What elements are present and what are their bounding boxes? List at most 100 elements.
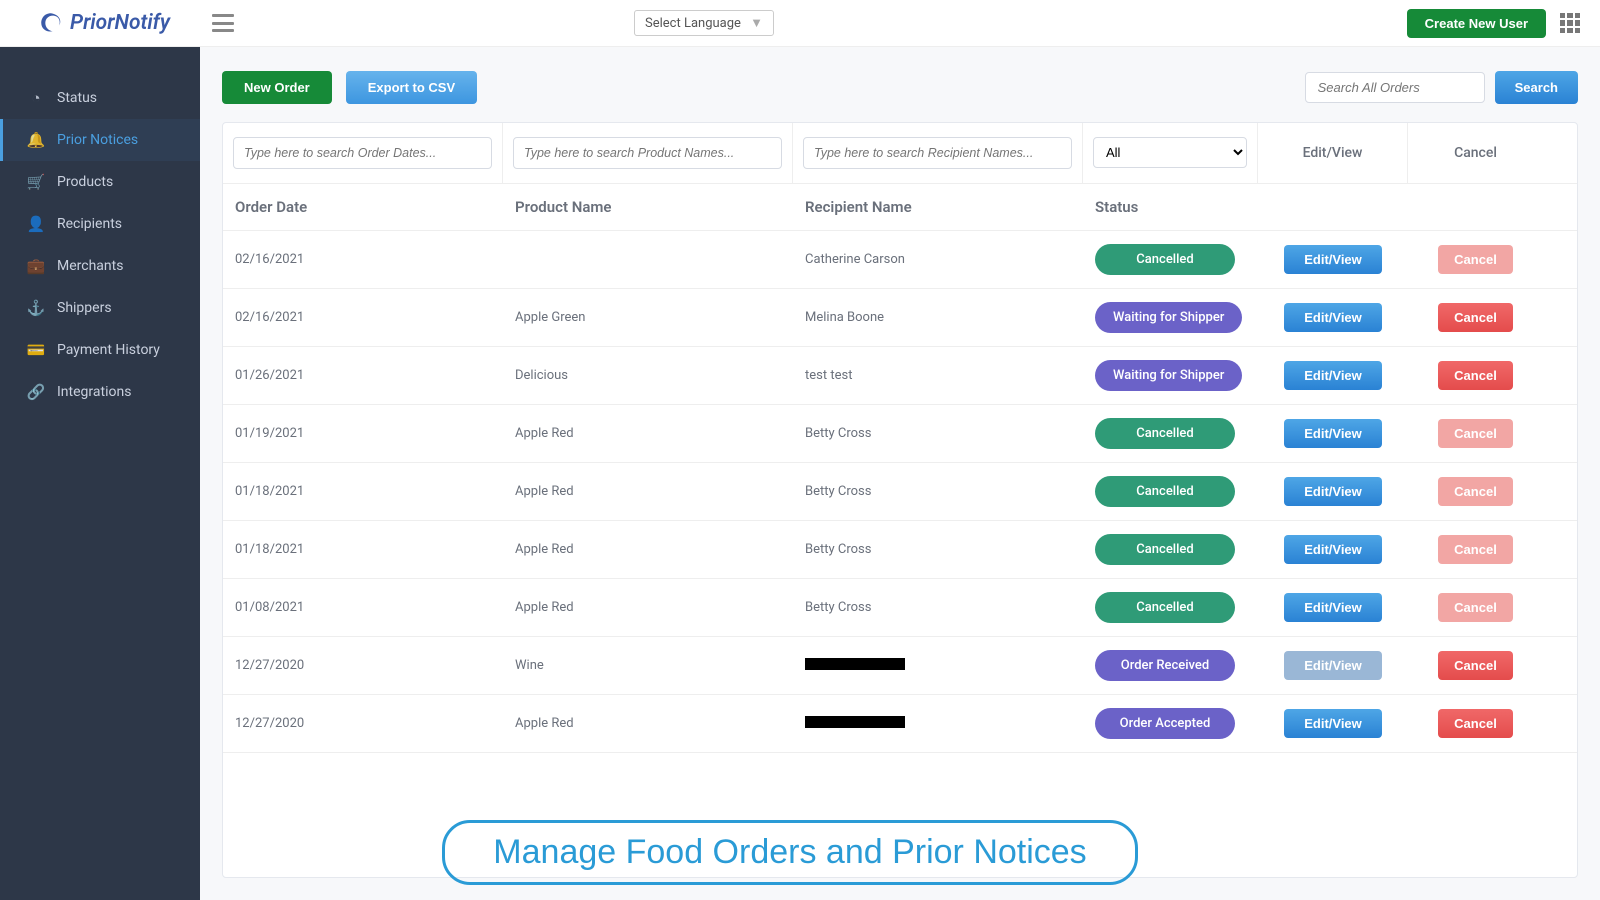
- sidebar-item-prior-notices[interactable]: 🔔 Prior Notices: [0, 119, 200, 161]
- edit-view-button[interactable]: Edit/View: [1284, 593, 1382, 622]
- cell-product-name: Apple Red: [503, 528, 793, 571]
- cell-status: Order Received: [1083, 636, 1258, 695]
- sidebar-item-label: Status: [57, 90, 97, 106]
- cancel-button[interactable]: Cancel: [1438, 303, 1513, 332]
- sidebar-item-label: Payment History: [57, 342, 160, 358]
- bell-icon: 🔔: [27, 131, 45, 149]
- cell-recipient-name: Betty Cross: [793, 586, 1083, 629]
- table-row: 01/18/2021Apple RedBetty Cross Cancelled E…: [223, 463, 1577, 521]
- status-badge: Cancelled: [1095, 418, 1235, 449]
- brand-swirl-icon: [38, 10, 64, 36]
- cancel-button[interactable]: Cancel: [1438, 419, 1513, 448]
- cell-product-name: Apple Red: [503, 586, 793, 629]
- cell-order-date: 02/16/2021: [223, 238, 503, 281]
- sidebar-item-integrations[interactable]: 🔗 Integrations: [0, 371, 200, 413]
- cell-order-date: 02/16/2021: [223, 296, 503, 339]
- cell-recipient-name: Betty Cross: [793, 528, 1083, 571]
- edit-view-button[interactable]: Edit/View: [1284, 535, 1382, 564]
- anchor-icon: ⚓: [27, 299, 45, 317]
- cell-status: Waiting for Shipper: [1083, 288, 1258, 347]
- cell-recipient-name: Melina Boone: [793, 296, 1083, 339]
- edit-view-button[interactable]: Edit/View: [1284, 361, 1382, 390]
- user-icon: 👤: [27, 215, 45, 233]
- sidebar-item-merchants[interactable]: 💼Merchants: [0, 245, 200, 287]
- create-new-user-button[interactable]: Create New User: [1407, 9, 1546, 38]
- sidebar-item-label: Products: [57, 174, 113, 190]
- redacted-text: [805, 658, 905, 670]
- cell-recipient-name: Betty Cross: [793, 412, 1083, 455]
- sidebar-item-status[interactable]: ◔ Status: [0, 77, 200, 119]
- filter-product-name-input[interactable]: [513, 137, 782, 169]
- edit-view-button[interactable]: Edit/View: [1284, 303, 1382, 332]
- cell-product-name: [503, 246, 793, 274]
- orders-panel: All Edit/View Cancel Order Date Product …: [222, 122, 1578, 878]
- sidebar-item-label: Recipients: [57, 216, 122, 232]
- sidebar-item-products[interactable]: 🛒 Products: [0, 161, 200, 203]
- integrations-icon: 🔗: [27, 383, 45, 401]
- search-button[interactable]: Search: [1495, 71, 1578, 104]
- menu-toggle-icon[interactable]: [212, 14, 234, 32]
- cell-status: Cancelled: [1083, 404, 1258, 463]
- cell-order-date: 01/19/2021: [223, 412, 503, 455]
- filter-order-date-input[interactable]: [233, 137, 492, 169]
- cancel-button[interactable]: Cancel: [1438, 245, 1513, 274]
- cell-recipient-name: test test: [793, 354, 1083, 397]
- sidebar-item-label: Integrations: [57, 384, 131, 400]
- topbar: PriorNotify Select Language ▼ Create New…: [0, 0, 1600, 47]
- cell-product-name: Apple Green: [503, 296, 793, 339]
- table-row: 01/18/2021Apple RedBetty CrossCancelledE…: [223, 521, 1577, 579]
- cancel-button[interactable]: Cancel: [1438, 477, 1513, 506]
- status-icon: ◔: [27, 89, 45, 107]
- cancel-button[interactable]: Cancel: [1438, 361, 1513, 390]
- status-badge: Waiting for Shipper: [1095, 360, 1242, 391]
- filter-status-select[interactable]: All: [1093, 137, 1247, 168]
- cell-status: Order Accepted: [1083, 694, 1258, 753]
- brand-name: PriorNotify: [70, 11, 170, 35]
- search-orders-input[interactable]: [1305, 72, 1485, 103]
- edit-view-button[interactable]: Edit/View: [1284, 709, 1382, 738]
- table-row: 02/16/2021Apple GreenMelina BooneWaiting…: [223, 289, 1577, 347]
- language-label: Select Language: [645, 16, 741, 31]
- brand: PriorNotify: [0, 10, 200, 36]
- cart-icon: 🛒: [27, 173, 45, 191]
- language-select[interactable]: Select Language ▼: [634, 10, 774, 36]
- table-row: 01/08/2021Apple RedBetty CrossCancelledE…: [223, 579, 1577, 637]
- new-order-button[interactable]: New Order: [222, 71, 332, 104]
- cancel-button[interactable]: Cancel: [1438, 535, 1513, 564]
- edit-view-button[interactable]: Edit/View: [1284, 651, 1382, 680]
- sidebar-item-recipients[interactable]: 👤 Recipients: [0, 203, 200, 245]
- cell-recipient-name: Betty Cross: [793, 470, 1083, 513]
- cell-product-name: Apple Red: [503, 702, 793, 745]
- filter-row: All Edit/View Cancel: [223, 123, 1577, 184]
- cell-product-name: Wine: [503, 644, 793, 687]
- card-icon: 💳: [27, 341, 45, 359]
- filter-recipient-name-input[interactable]: [803, 137, 1072, 169]
- cancel-button[interactable]: Cancel: [1438, 651, 1513, 680]
- cancel-button[interactable]: Cancel: [1438, 593, 1513, 622]
- table-row: 01/26/2021Delicioustest testWaiting for …: [223, 347, 1577, 405]
- status-badge: Cancelled: [1095, 534, 1235, 565]
- status-badge: Cancelled: [1095, 476, 1235, 507]
- cell-product-name: Apple Red: [503, 412, 793, 455]
- cell-status: Cancelled: [1083, 520, 1258, 579]
- cancel-button[interactable]: Cancel: [1438, 709, 1513, 738]
- sidebar-item-shippers[interactable]: ⚓ Shippers: [0, 287, 200, 329]
- sidebar-item-label: Shippers: [57, 300, 112, 316]
- edit-view-button[interactable]: Edit/View: [1284, 245, 1382, 274]
- action-bar: New Order Export to CSV Search: [200, 47, 1600, 122]
- cell-order-date: 01/18/2021: [223, 470, 503, 513]
- cell-product-name: Apple Red: [503, 470, 793, 513]
- edit-view-button[interactable]: Edit/View: [1284, 477, 1382, 506]
- briefcase-icon: 💼: [27, 257, 45, 275]
- header-cancel: Cancel: [1454, 145, 1497, 161]
- redacted-text: [805, 716, 905, 728]
- table-row: 02/16/2021Catherine CarsonCancelledEdit/…: [223, 231, 1577, 289]
- export-csv-button[interactable]: Export to CSV: [346, 71, 477, 104]
- sidebar-item-payment-history[interactable]: 💳 Payment History: [0, 329, 200, 371]
- edit-view-button[interactable]: Edit/View: [1284, 419, 1382, 448]
- apps-grid-icon[interactable]: [1560, 13, 1580, 33]
- cell-order-date: 01/08/2021: [223, 586, 503, 629]
- header-order-date: Order Date: [223, 184, 503, 230]
- header-status: Status: [1083, 184, 1258, 230]
- sidebar-item-label: Prior Notices: [57, 132, 138, 148]
